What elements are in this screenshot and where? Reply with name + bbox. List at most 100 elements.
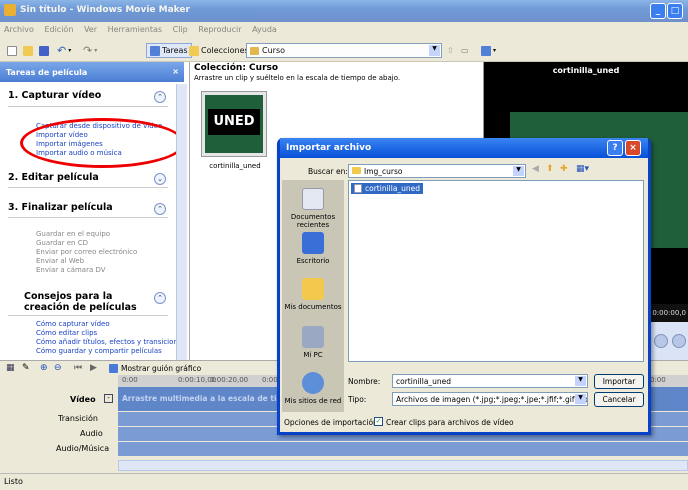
colecciones-button[interactable]: Colecciones bbox=[186, 43, 252, 58]
music-track[interactable] bbox=[118, 442, 688, 456]
up-folder-icon: ⇧ bbox=[447, 46, 454, 55]
chevron-down-icon[interactable]: ▼ bbox=[429, 45, 440, 56]
task-pane-scrollbar[interactable] bbox=[176, 84, 187, 360]
clip-thumbnail[interactable]: UNED bbox=[202, 92, 266, 156]
minimize-button[interactable]: _ bbox=[650, 3, 666, 19]
close-icon[interactable]: × bbox=[172, 67, 179, 76]
menu-reproducir[interactable]: Reproducir bbox=[198, 25, 241, 34]
undo-icon: ↶ bbox=[57, 44, 67, 57]
collapse-chevron-icon[interactable]: ⌃ bbox=[154, 203, 166, 215]
type-label: Tipo: bbox=[348, 395, 367, 404]
collection-icon bbox=[250, 46, 259, 55]
dialog-close-button[interactable]: × bbox=[625, 140, 641, 156]
link-guardar-equipo[interactable]: Guardar en el equipo bbox=[36, 230, 137, 239]
place-network[interactable]: Mis sitios de red bbox=[282, 372, 344, 405]
filename-input[interactable]: cortinilla_uned ▼ bbox=[392, 374, 588, 388]
file-item[interactable]: cortinilla_uned bbox=[351, 183, 424, 194]
chevron-down-icon[interactable]: ▼ bbox=[575, 394, 586, 404]
undo-button[interactable]: ↶ ▾ bbox=[54, 43, 74, 58]
track-label-audio: Audio bbox=[80, 429, 103, 438]
filetype-value: Archivos de imagen (*.jpg;*.jpeg;*.jpe;*… bbox=[396, 395, 587, 404]
folder-open-icon bbox=[23, 45, 33, 56]
uned-logo: UNED bbox=[208, 109, 260, 135]
section-finalizar[interactable]: 3. Finalizar película bbox=[8, 202, 113, 213]
place-mydocs[interactable]: Mis documentos bbox=[282, 278, 344, 311]
new-folder-button[interactable]: ▭ bbox=[458, 43, 472, 58]
task-pane-title: Tareas de película bbox=[6, 68, 88, 77]
storyboard-icon[interactable]: ▦ bbox=[6, 363, 15, 373]
collection-select[interactable]: Curso ▼ bbox=[246, 43, 442, 58]
ruler-tick: 0:00:20,00 bbox=[210, 376, 249, 384]
section-capturar[interactable]: 1. Capturar vídeo bbox=[8, 90, 101, 101]
new-folder-icon[interactable]: ✚ bbox=[560, 164, 568, 174]
expand-chevron-icon[interactable]: ⌄ bbox=[154, 173, 166, 185]
collapse-track-icon[interactable]: - bbox=[104, 394, 113, 403]
views-menu-icon[interactable]: ▦▾ bbox=[576, 164, 589, 174]
place-desktop[interactable]: Escritorio bbox=[282, 232, 344, 265]
play-icon[interactable] bbox=[654, 334, 668, 348]
redo-button[interactable]: ↷ ▾ bbox=[80, 43, 100, 58]
link-enviar-camara[interactable]: Enviar a cámara DV bbox=[36, 266, 137, 275]
collection-hint: Arrastre un clip y suéltelo en la escala… bbox=[194, 74, 401, 82]
collapse-chevron-icon[interactable]: ⌃ bbox=[154, 91, 166, 103]
place-recent-label: Documentos recientes bbox=[290, 213, 336, 229]
menu-herramientas[interactable]: Herramientas bbox=[108, 25, 163, 34]
save-button[interactable] bbox=[36, 43, 52, 58]
link-guardar-cd[interactable]: Guardar en CD bbox=[36, 239, 137, 248]
menu-clip[interactable]: Clip bbox=[173, 25, 188, 34]
maximize-button[interactable]: □ bbox=[667, 3, 683, 19]
menu-archivo[interactable]: Archivo bbox=[4, 25, 34, 34]
place-recent[interactable]: Documentos recientes bbox=[282, 188, 344, 229]
window-title: Sin título - Windows Movie Maker bbox=[20, 5, 190, 15]
views-button[interactable]: ▾ bbox=[478, 43, 499, 58]
save-icon bbox=[39, 45, 49, 56]
lookin-select[interactable]: Img_curso ▼ bbox=[348, 164, 526, 178]
link-enviar-web[interactable]: Enviar al Web bbox=[36, 257, 137, 266]
link-como-editar[interactable]: Cómo editar clips bbox=[36, 329, 186, 338]
filetype-select[interactable]: Archivos de imagen (*.jpg;*.jpeg;*.jpe;*… bbox=[392, 392, 588, 406]
place-network-label: Mis sitios de red bbox=[284, 397, 342, 405]
menu-edicion[interactable]: Edición bbox=[44, 25, 73, 34]
zoom-out-icon[interactable]: ⊖ bbox=[54, 363, 62, 373]
ruler-tick: 0:00 bbox=[650, 376, 666, 384]
ruler-tick: 0:00 bbox=[122, 376, 138, 384]
menu-ver[interactable]: Ver bbox=[84, 25, 97, 34]
up-folder-icon[interactable]: ⬆ bbox=[546, 164, 554, 174]
cancel-button[interactable]: Cancelar bbox=[594, 392, 644, 407]
link-como-titulos[interactable]: Cómo añadir títulos, efectos y transicio… bbox=[36, 338, 186, 347]
menu-ayuda[interactable]: Ayuda bbox=[252, 25, 277, 34]
create-clips-label: Crear clips para archivos de vídeo bbox=[386, 418, 514, 427]
create-clips-checkbox[interactable]: ✓ bbox=[374, 417, 383, 426]
back-icon[interactable]: ◀ bbox=[532, 164, 539, 174]
collapse-chevron-icon[interactable]: ⌃ bbox=[154, 292, 166, 304]
help-button[interactable]: ? bbox=[607, 140, 623, 156]
link-como-guardar[interactable]: Cómo guardar y compartir películas bbox=[36, 347, 186, 356]
tool-icon[interactable]: ✎ bbox=[22, 363, 30, 373]
tareas-button[interactable]: Tareas bbox=[146, 43, 192, 58]
timeline-hscrollbar[interactable] bbox=[118, 460, 688, 471]
desktop-icon bbox=[302, 232, 324, 254]
chevron-down-icon[interactable]: ▼ bbox=[513, 166, 524, 176]
play-timeline-icon[interactable]: ▶ bbox=[90, 363, 97, 373]
task-pane-header: Tareas de película × bbox=[0, 62, 184, 82]
new-project-button[interactable] bbox=[4, 43, 20, 58]
window-title-bar: Sin título - Windows Movie Maker bbox=[0, 0, 688, 22]
up-folder-button[interactable]: ⇧ bbox=[444, 43, 457, 58]
filename-value: cortinilla_uned bbox=[396, 377, 452, 386]
rewind-icon[interactable]: ⏮ bbox=[74, 363, 82, 373]
stop-icon[interactable] bbox=[672, 334, 686, 348]
image-file-icon bbox=[354, 184, 362, 193]
zoom-in-icon[interactable]: ⊕ bbox=[40, 363, 48, 373]
lookin-label: Buscar en: bbox=[308, 167, 348, 176]
section-editar[interactable]: 2. Editar película bbox=[8, 172, 99, 183]
link-como-capturar[interactable]: Cómo capturar vídeo bbox=[36, 320, 186, 329]
link-enviar-correo[interactable]: Enviar por correo electrónico bbox=[36, 248, 137, 257]
dialog-title: Importar archivo bbox=[286, 143, 372, 153]
new-folder-icon: ▭ bbox=[461, 46, 469, 55]
section-consejos[interactable]: Consejos para la creación de películas bbox=[24, 291, 154, 313]
open-project-button[interactable] bbox=[20, 43, 36, 58]
chevron-down-icon[interactable]: ▼ bbox=[575, 376, 586, 386]
show-storyboard-button[interactable]: Mostrar guión gráfico bbox=[106, 363, 204, 374]
place-mypc[interactable]: Mi PC bbox=[282, 326, 344, 359]
import-button[interactable]: Importar bbox=[594, 374, 644, 389]
